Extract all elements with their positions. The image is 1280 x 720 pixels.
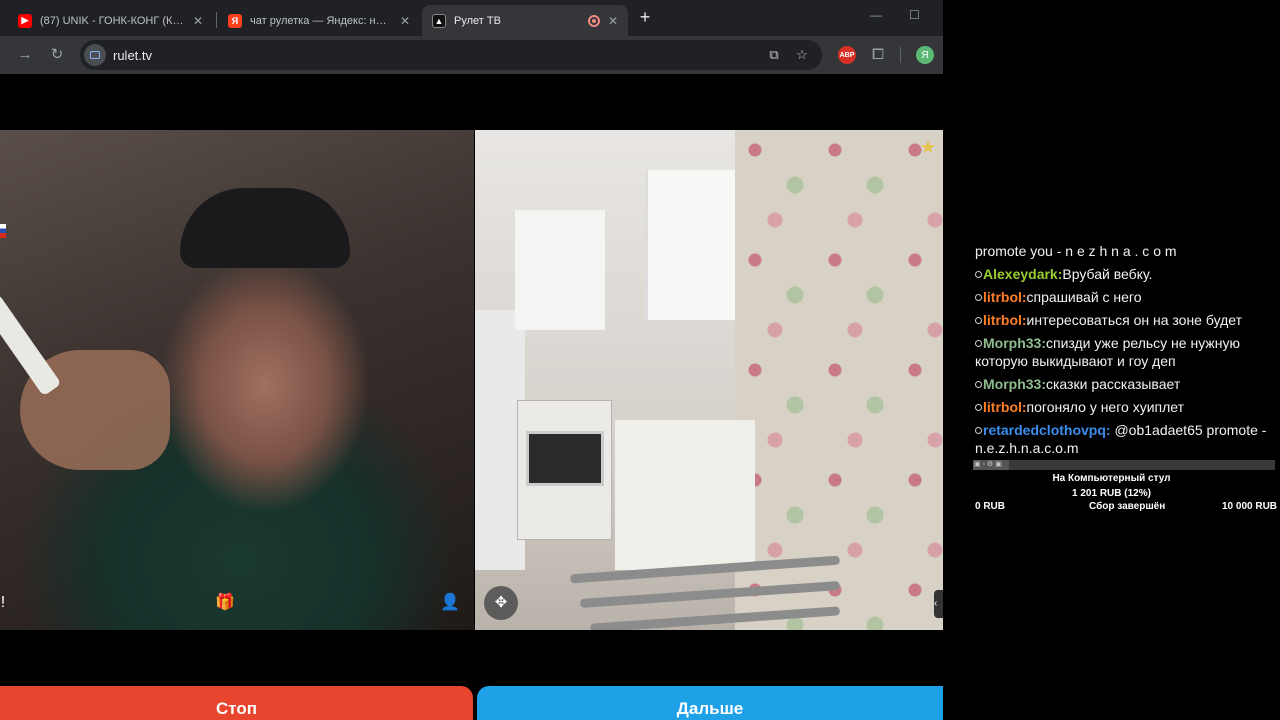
tab-bar: ▶ (87) UNIK - ГОНК-КОНГ (Казахстан) ✕ Я … [0,0,943,36]
browser-window: ▶ (87) UNIK - ГОНК-КОНГ (Казахстан) ✕ Я … [0,0,943,720]
oven-door [526,431,604,486]
shelf [645,170,735,320]
chat-bullet-icon [975,271,982,278]
recording-icon [587,14,600,27]
chat-text: спрашивай с него [1026,289,1142,305]
chat-text: Врубай вебку. [1062,266,1153,282]
donation-status: Сбор завершён [1089,501,1166,512]
stream-overlay: — — ~ — promote you - n e z h n a . c o … [943,0,1280,720]
chat-bullet-icon [975,340,982,347]
chat-username: Morph33: [983,335,1046,351]
rulet-icon: ▲ [432,13,446,28]
donation-title: На Компьютерный стул [1052,473,1171,484]
chat-message: retardedclothovpq: @ob1adaet65 promote -… [975,421,1275,454]
chat-username: retardedclothovpq: [983,422,1111,438]
tab-yandex[interactable]: Я чат рулетка — Яндекс: нашлось ✕ [218,5,420,36]
chat-text: сказки рассказывает [1046,376,1181,392]
close-icon[interactable]: ✕ [400,14,410,28]
user-icon[interactable]: 👤 [439,592,461,614]
local-video [0,130,474,630]
chat-text: погоняло у него хуиплет [1026,399,1184,415]
chat-bullet-icon [975,317,982,324]
gamepad-icon[interactable]: ✥ [484,586,518,620]
remote-video [475,130,943,630]
chat-message: Morph33:сказки рассказывает [975,375,1275,393]
range-hood [515,210,605,330]
chat-message: Alexeydark:Врубай вебку. [975,265,1275,283]
site-info-icon[interactable] [84,44,106,66]
maximize-icon[interactable]: ☐ [909,8,920,22]
donation-progress-bar: ▣ ◦ ⚙ ▣ [973,460,1275,470]
reload-icon[interactable]: ↻ [46,44,68,66]
chat-bullet-icon [975,427,982,434]
chat-partial-line: — — ~ — [975,232,1275,240]
person-cap [180,188,350,268]
gift-icon[interactable]: 🎁 [214,592,236,614]
stove [517,400,612,540]
chat-text: promote you - n e z h n a . c o m [975,243,1177,259]
address-bar[interactable]: rulet.tv ⧉ ☆ [80,40,822,70]
youtube-icon: ▶ [18,13,32,28]
side-panel-handle[interactable]: ‹ [934,590,943,618]
donation-current: 1 201 RUB (12%) [1072,488,1151,499]
wallpaper [735,130,943,630]
chat-bullet-icon [975,381,982,388]
chat-message: litrbol:интересоваться он на зоне будет [975,311,1275,329]
profile-avatar[interactable]: Я [916,46,934,64]
browser-toolbar: → ↻ rulet.tv ⧉ ☆ ABP ⧠ Я [0,36,943,74]
minimize-icon[interactable]: — [870,8,882,22]
country-flag-icon [0,224,6,238]
chat-message: litrbol:погоняло у него хуиплет [975,398,1275,416]
donation-max: 10 000 RUB [1222,501,1278,512]
bar-icons: ▣ ◦ ⚙ ▣ [974,461,1002,468]
chat-bullet-icon [975,404,982,411]
chat-message: Morph33:спизди уже рельсу не нужную кото… [975,334,1275,370]
favorite-star-icon[interactable]: ★ [920,137,936,158]
report-icon[interactable]: ! [0,592,14,614]
chat-message: litrbol:спрашивай с него [975,288,1275,306]
forward-icon[interactable]: → [14,44,36,66]
tab-youtube[interactable]: ▶ (87) UNIK - ГОНК-КОНГ (Казахстан) ✕ [8,5,213,36]
chat-username: litrbol: [983,312,1027,328]
url-text[interactable]: rulet.tv [113,48,152,63]
new-tab-button[interactable]: + [636,7,654,27]
chat-bullet-icon [975,294,982,301]
chat-panel: — — ~ — promote you - n e z h n a . c o … [975,232,1275,454]
close-icon[interactable]: ✕ [193,14,203,28]
chat-username: litrbol: [983,289,1027,305]
next-button[interactable]: Дальше [477,686,943,720]
chat-username: Alexeydark: [983,266,1063,282]
stop-button[interactable]: Стоп [0,686,473,720]
rulet-page: ! 🎁 👤 ✥ ‹ Стоп Дальше [0,74,943,720]
chat-username: litrbol: [983,399,1027,415]
tab-title: Рулет ТВ [454,14,501,27]
tab-separator [216,12,217,28]
chat-message: promote you - n e z h n a . c o m [975,242,1275,260]
bookmark-star-icon[interactable]: ☆ [794,47,810,63]
chat-text: интересоваться он на зоне будет [1026,312,1243,328]
extensions-icon[interactable]: ⧠ [867,44,889,66]
tab-title: (87) UNIK - ГОНК-КОНГ (Казахстан) [40,14,185,27]
tab-rulet[interactable]: ▲ Рулет ТВ ✕ [422,5,628,36]
chat-username: Morph33: [983,376,1046,392]
tab-title: чат рулетка — Яндекс: нашлось [250,14,392,27]
cabinet [615,420,755,570]
toolbar-separator [900,47,901,63]
yandex-icon: Я [228,13,242,28]
adblock-icon[interactable]: ABP [838,46,856,64]
donation-min: 0 RUB [975,501,1006,512]
install-app-icon[interactable]: ⧉ [766,47,782,63]
close-icon[interactable]: ✕ [608,14,618,28]
